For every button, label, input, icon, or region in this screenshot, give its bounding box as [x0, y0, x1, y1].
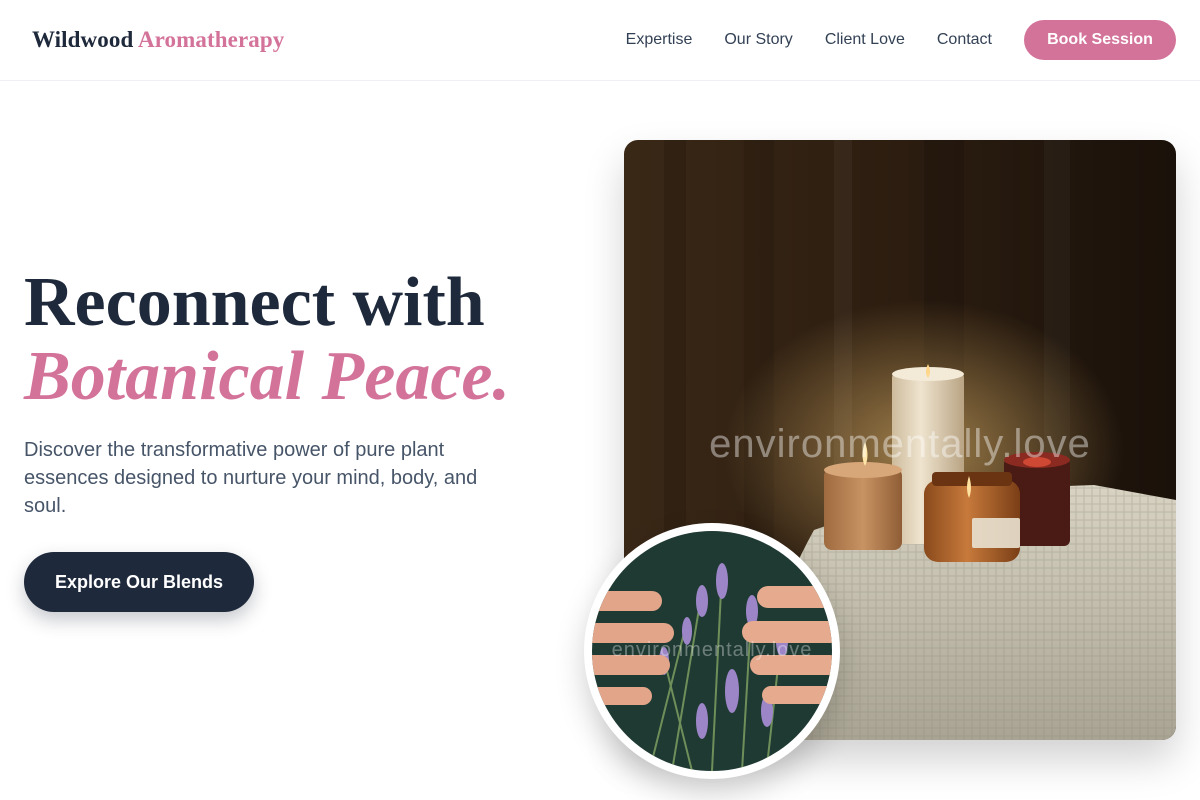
lavender-photo-frame: environmentally.love: [592, 531, 832, 771]
nav-link-expertise[interactable]: Expertise: [626, 31, 693, 49]
nav-link-contact[interactable]: Contact: [937, 31, 992, 49]
nav-link-client-love[interactable]: Client Love: [825, 31, 905, 49]
site-header: Wildwood Aromatherapy Expertise Our Stor…: [0, 0, 1200, 81]
main-nav: Expertise Our Story Client Love Contact …: [626, 20, 1176, 60]
hero-description: Discover the transformative power of pur…: [24, 439, 478, 517]
nav-link-our-story[interactable]: Our Story: [724, 31, 792, 49]
lavender-photo: environmentally.love: [584, 523, 840, 779]
hero-title-line2: Botanical Peace.: [24, 338, 511, 415]
brand-logo[interactable]: Wildwood Aromatherapy: [32, 27, 284, 53]
brand-name-part1: Wildwood: [32, 27, 134, 52]
book-session-button[interactable]: Book Session: [1024, 20, 1176, 60]
round-photo-watermark: environmentally.love: [611, 639, 813, 661]
main-photo-watermark: environmentally.love: [709, 422, 1091, 466]
hero-title: Reconnect with Botanical Peace.: [24, 266, 510, 414]
brand-name-part2: Aromatherapy: [137, 27, 285, 52]
hero-title-line1: Reconnect with: [24, 264, 485, 341]
explore-blends-button[interactable]: Explore Our Blends: [24, 552, 254, 612]
